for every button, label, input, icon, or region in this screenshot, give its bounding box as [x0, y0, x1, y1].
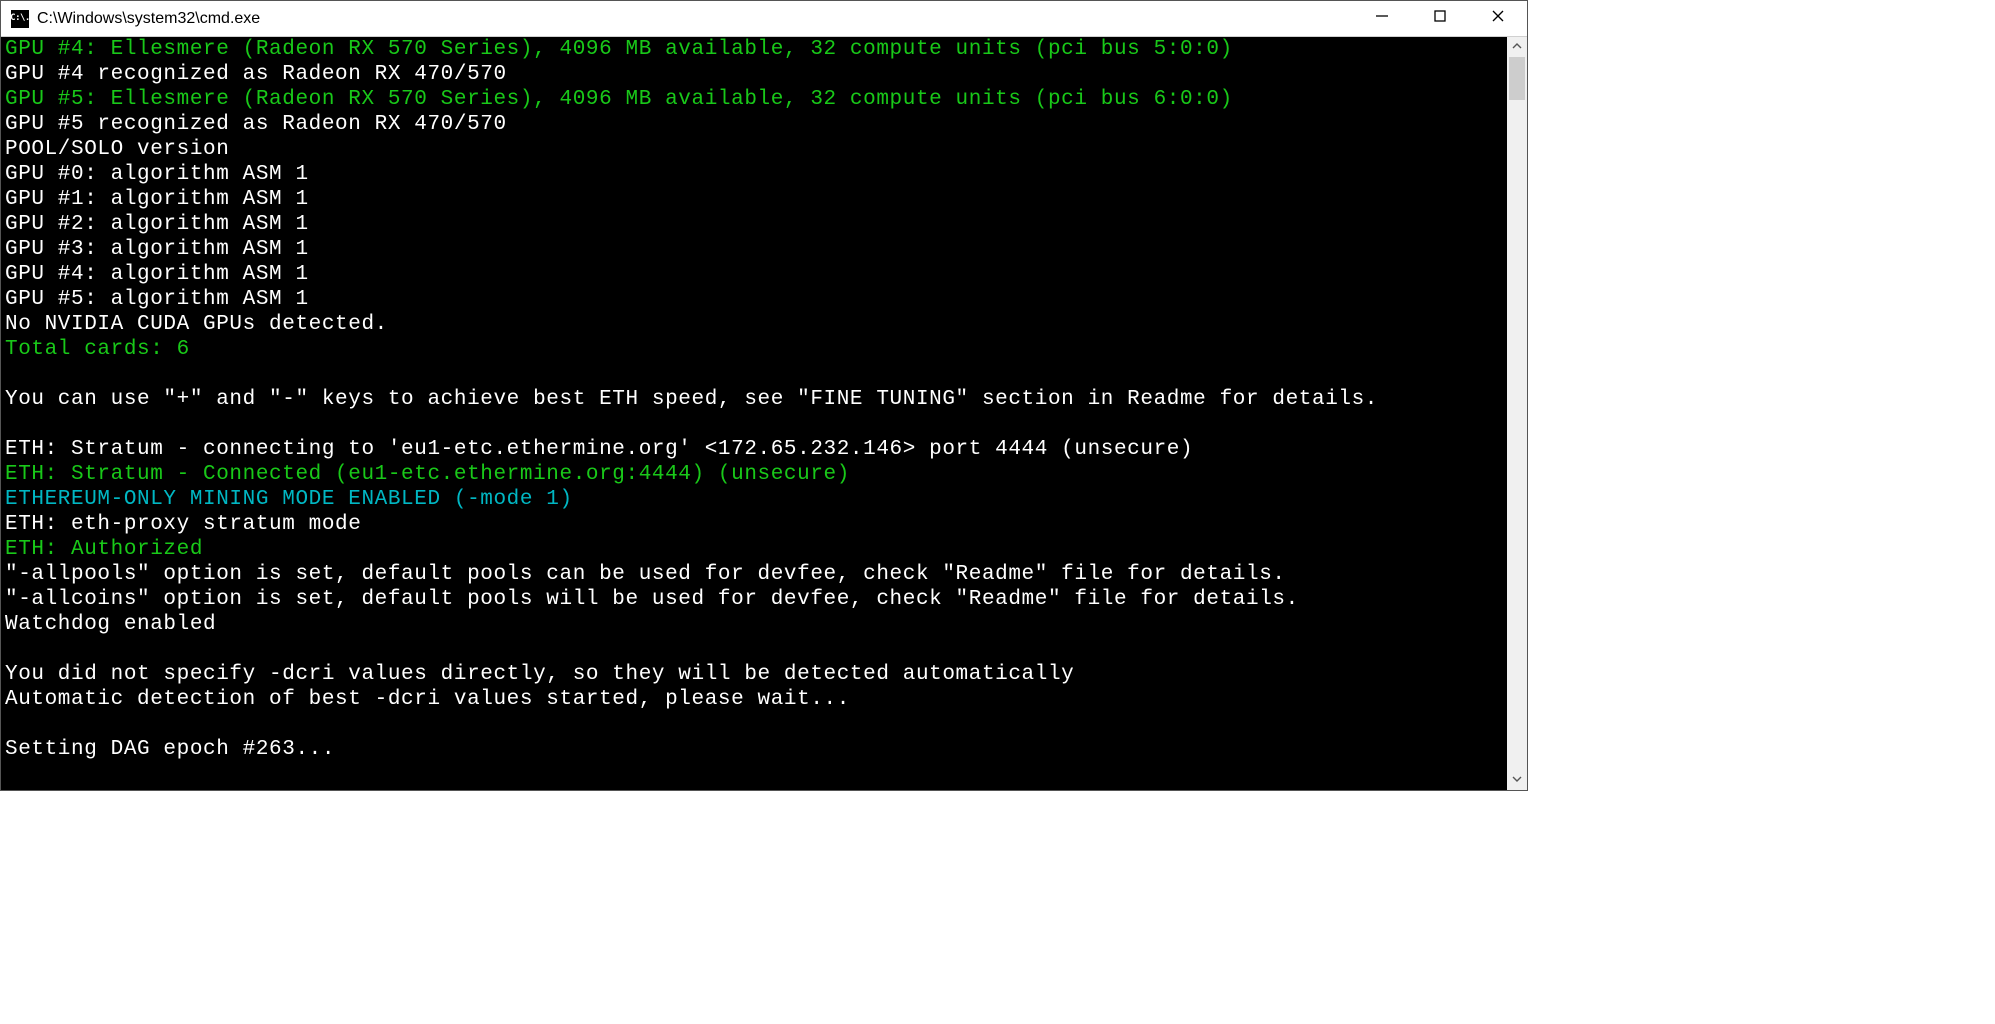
close-button[interactable] [1469, 1, 1527, 37]
console-line: POOL/SOLO version [5, 137, 1507, 162]
chevron-down-icon [1512, 771, 1522, 789]
console-line [5, 712, 1507, 737]
console-line: GPU #4: algorithm ASM 1 [5, 262, 1507, 287]
minimize-button[interactable] [1353, 1, 1411, 37]
console-line: No NVIDIA CUDA GPUs detected. [5, 312, 1507, 337]
console-line: You can use "+" and "-" keys to achieve … [5, 387, 1507, 412]
console-line: Automatic detection of best -dcri values… [5, 687, 1507, 712]
console-line: GPU #4 recognized as Radeon RX 470/570 [5, 62, 1507, 87]
console-line [5, 412, 1507, 437]
console-line: GPU #5 recognized as Radeon RX 470/570 [5, 112, 1507, 137]
console-line: You did not specify -dcri values directl… [5, 662, 1507, 687]
console-line: ETH: Stratum - Connected (eu1-etc.etherm… [5, 462, 1507, 487]
console-line: "-allpools" option is set, default pools… [5, 562, 1507, 587]
console-output[interactable]: GPU #4: Ellesmere (Radeon RX 570 Series)… [1, 37, 1507, 790]
console-line: GPU #1: algorithm ASM 1 [5, 187, 1507, 212]
console-line: ETH: eth-proxy stratum mode [5, 512, 1507, 537]
chevron-up-icon [1512, 38, 1522, 56]
cmd-window: C:\. C:\Windows\system32\cmd.exe GPU #4:… [0, 0, 1528, 791]
maximize-button[interactable] [1411, 1, 1469, 37]
console-line: GPU #0: algorithm ASM 1 [5, 162, 1507, 187]
console-line: GPU #4: Ellesmere (Radeon RX 570 Series)… [5, 37, 1507, 62]
minimize-icon [1375, 9, 1389, 28]
console-line: ETH: Stratum - connecting to 'eu1-etc.et… [5, 437, 1507, 462]
console-line: ETHEREUM-ONLY MINING MODE ENABLED (-mode… [5, 487, 1507, 512]
maximize-icon [1433, 9, 1447, 28]
titlebar[interactable]: C:\. C:\Windows\system32\cmd.exe [1, 1, 1527, 37]
console-line: GPU #5: Ellesmere (Radeon RX 570 Series)… [5, 87, 1507, 112]
console-line: ETH: Authorized [5, 537, 1507, 562]
console-line [5, 362, 1507, 387]
console-line: "-allcoins" option is set, default pools… [5, 587, 1507, 612]
scroll-down-button[interactable] [1507, 770, 1527, 790]
window-title: C:\Windows\system32\cmd.exe [37, 10, 260, 28]
console-line: Watchdog enabled [5, 612, 1507, 637]
console-line: GPU #2: algorithm ASM 1 [5, 212, 1507, 237]
vertical-scrollbar[interactable] [1507, 37, 1527, 790]
console-line: Setting DAG epoch #263... [5, 737, 1507, 762]
scrollbar-thumb[interactable] [1509, 57, 1525, 100]
console-line: GPU #3: algorithm ASM 1 [5, 237, 1507, 262]
scrollbar-track[interactable] [1507, 57, 1527, 770]
scroll-up-button[interactable] [1507, 37, 1527, 57]
console-line: GPU #5: algorithm ASM 1 [5, 287, 1507, 312]
console-line [5, 637, 1507, 662]
console-line: Total cards: 6 [5, 337, 1507, 362]
client-area: GPU #4: Ellesmere (Radeon RX 570 Series)… [1, 37, 1527, 790]
close-icon [1491, 9, 1505, 28]
cmd-icon: C:\. [11, 10, 29, 28]
